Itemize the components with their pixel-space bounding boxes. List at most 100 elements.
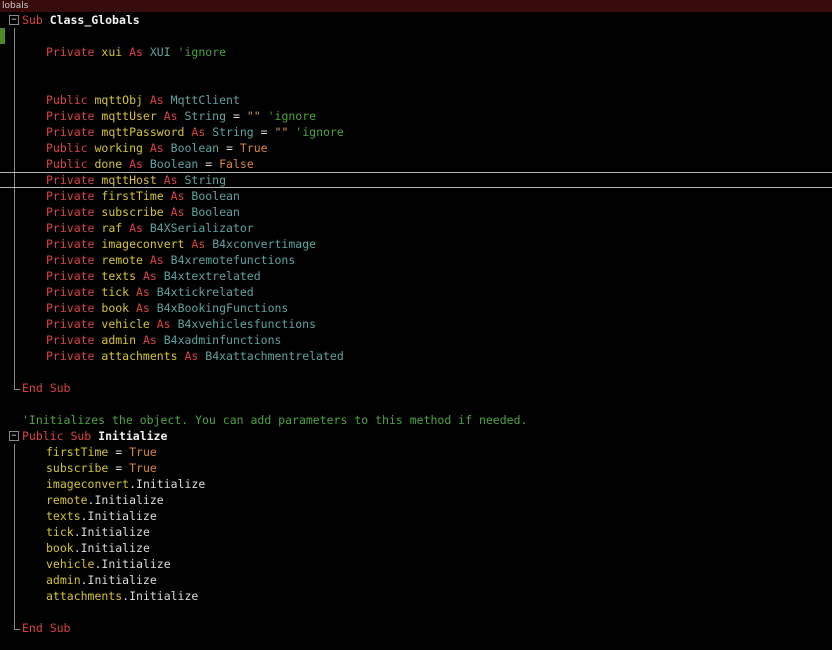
code-line[interactable] bbox=[0, 60, 832, 76]
code-line[interactable]: Private imageconvert As B4xconvertimage bbox=[0, 236, 832, 252]
code-line[interactable]: Private vehicle As B4xvehiclesfunctions bbox=[0, 316, 832, 332]
code-token: mqttPassword bbox=[101, 125, 192, 139]
code-token: Private bbox=[46, 205, 102, 219]
code-line[interactable]: Private mqttUser As String = "" 'ignore bbox=[0, 108, 832, 124]
code-token: String bbox=[184, 109, 233, 123]
indent-guide bbox=[0, 124, 22, 140]
indent-guide bbox=[0, 316, 22, 332]
code-line[interactable] bbox=[0, 76, 832, 92]
code-token: .Initialize bbox=[80, 509, 157, 523]
code-token: As bbox=[170, 189, 192, 203]
code-line[interactable]: Private tick As B4xtickrelated bbox=[0, 284, 832, 300]
code-line[interactable]: Private subscribe As Boolean bbox=[0, 204, 832, 220]
code-token: imageconvert bbox=[101, 237, 192, 251]
code-token: B4xadminfunctions bbox=[163, 333, 282, 347]
gutter bbox=[0, 396, 22, 412]
title-bar: lobals bbox=[0, 0, 832, 12]
code-token: As bbox=[156, 317, 178, 331]
indent-guide bbox=[0, 284, 22, 300]
code-line[interactable]: vehicle.Initialize bbox=[0, 556, 832, 572]
code-line[interactable]: subscribe = True bbox=[0, 460, 832, 476]
code-line[interactable]: End Sub bbox=[0, 380, 832, 396]
indent-guide bbox=[0, 540, 22, 556]
code-line[interactable] bbox=[0, 364, 832, 380]
code-line[interactable]: attachments.Initialize bbox=[0, 588, 832, 604]
code-line[interactable]: tick.Initialize bbox=[0, 524, 832, 540]
code-token: Boolean bbox=[149, 157, 206, 171]
code-token: = bbox=[226, 141, 240, 155]
code-line[interactable]: Private admin As B4xadminfunctions bbox=[0, 332, 832, 348]
code-line-current[interactable]: Private mqttHost As String bbox=[0, 172, 832, 188]
code-line-text: End Sub bbox=[22, 620, 832, 636]
code-token: texts bbox=[46, 509, 81, 523]
code-line[interactable]: imageconvert.Initialize bbox=[0, 476, 832, 492]
indent-guide bbox=[0, 620, 22, 636]
code-token: As bbox=[149, 93, 171, 107]
code-line[interactable] bbox=[0, 28, 832, 44]
code-line[interactable]: Private firstTime As Boolean bbox=[0, 188, 832, 204]
code-line-text: vehicle.Initialize bbox=[22, 556, 832, 572]
code-token: .Initialize bbox=[94, 557, 171, 571]
code-token: As bbox=[129, 221, 150, 235]
indent-guide bbox=[0, 92, 22, 108]
code-line[interactable]: − Sub Class_Globals bbox=[0, 12, 832, 28]
code-token: Private bbox=[46, 317, 102, 331]
code-line-text: Public working As Boolean = True bbox=[22, 140, 832, 156]
code-line-text: Public mqttObj As MqttClient bbox=[22, 92, 832, 108]
code-line[interactable]: Private texts As B4xtextrelated bbox=[0, 268, 832, 284]
code-line[interactable]: Public working As Boolean = True bbox=[0, 140, 832, 156]
code-token: .Initialize bbox=[73, 541, 150, 555]
code-line[interactable]: Private mqttPassword As String = "" 'ign… bbox=[0, 124, 832, 140]
code-line[interactable] bbox=[0, 636, 832, 650]
code-token: As bbox=[129, 157, 150, 171]
code-token: = bbox=[232, 109, 247, 123]
code-line[interactable] bbox=[0, 396, 832, 412]
code-line[interactable]: admin.Initialize bbox=[0, 572, 832, 588]
code-line[interactable]: Private xui As XUI 'ignore bbox=[0, 44, 832, 60]
code-token: .Initialize bbox=[87, 493, 164, 507]
code-token: Public bbox=[46, 141, 95, 155]
code-token: XUI bbox=[149, 45, 178, 59]
code-area[interactable]: − Sub Class_Globals Private xui As XUI 'ig… bbox=[0, 12, 832, 650]
code-line[interactable]: Private remote As B4xremotefunctions bbox=[0, 252, 832, 268]
indent-guide bbox=[0, 380, 22, 396]
indent-guide bbox=[0, 460, 22, 476]
code-token: texts bbox=[101, 269, 143, 283]
code-token: "" bbox=[246, 109, 268, 123]
code-line-text: admin.Initialize bbox=[22, 572, 832, 588]
code-line[interactable]: Private book As B4xBookingFunctions bbox=[0, 300, 832, 316]
code-line[interactable]: book.Initialize bbox=[0, 540, 832, 556]
fold-toggle-icon[interactable]: − bbox=[9, 15, 19, 25]
code-line[interactable]: End Sub bbox=[0, 620, 832, 636]
fold-toggle-icon[interactable]: − bbox=[9, 431, 19, 441]
code-line[interactable] bbox=[0, 604, 832, 620]
code-token: subscribe bbox=[46, 461, 116, 475]
code-token: As bbox=[191, 237, 213, 251]
code-token: B4xvehiclesfunctions bbox=[177, 317, 317, 331]
indent-guide bbox=[0, 156, 22, 172]
code-token: Private bbox=[46, 109, 102, 123]
code-token: Private bbox=[46, 301, 102, 315]
code-line-text: Private mqttHost As String bbox=[22, 173, 832, 187]
code-line[interactable]: Private raf As B4XSerializator bbox=[0, 220, 832, 236]
code-token: True bbox=[129, 445, 157, 459]
code-token: Class_Globals bbox=[49, 13, 140, 27]
code-line[interactable]: texts.Initialize bbox=[0, 508, 832, 524]
gutter bbox=[0, 412, 22, 428]
code-token: firstTime bbox=[46, 445, 116, 459]
code-line[interactable]: Public done As Boolean = False bbox=[0, 156, 832, 172]
code-line[interactable]: firstTime = True bbox=[0, 444, 832, 460]
code-line[interactable]: 'Initializes the object. You can add par… bbox=[0, 412, 832, 428]
code-line-text: Private mqttUser As String = "" 'ignore bbox=[22, 108, 832, 124]
code-line-text: attachments.Initialize bbox=[22, 588, 832, 604]
code-line[interactable]: remote.Initialize bbox=[0, 492, 832, 508]
code-line[interactable]: − Public Sub Initialize bbox=[0, 428, 832, 444]
code-line[interactable]: Public mqttObj As MqttClient bbox=[0, 92, 832, 108]
indent-guide bbox=[0, 108, 22, 124]
code-token: As bbox=[149, 141, 171, 155]
code-line[interactable]: Private attachments As B4xattachmentrela… bbox=[0, 348, 832, 364]
code-token: xui bbox=[101, 45, 130, 59]
